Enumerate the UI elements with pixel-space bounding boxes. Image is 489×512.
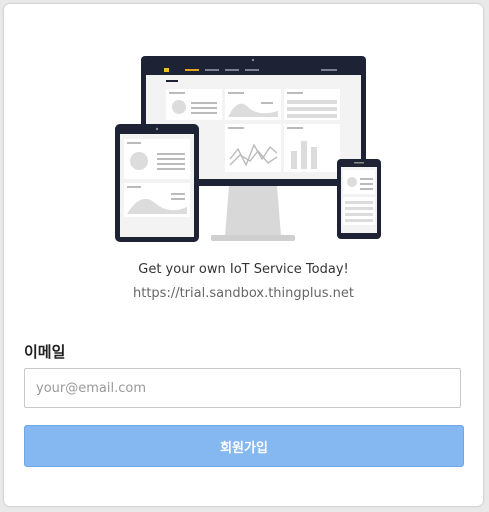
email-label: 이메일: [24, 343, 66, 361]
signup-card: Get your own IoT Service Today! https://…: [4, 4, 483, 506]
email-input[interactable]: [24, 368, 461, 408]
service-url: https://trial.sandbox.thingplus.net: [132, 286, 354, 301]
phone-graphic: [337, 159, 381, 239]
hero-tagline: Get your own IoT Service Today!: [138, 262, 349, 277]
signup-button[interactable]: 회원가입: [24, 425, 464, 467]
devices-illustration: [115, 56, 381, 242]
tablet-graphic: [115, 124, 199, 242]
